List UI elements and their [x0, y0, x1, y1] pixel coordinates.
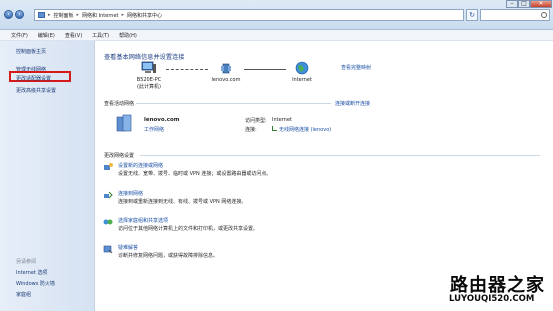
access-type-label: 访问类型: [245, 118, 267, 124]
menu-tools[interactable]: 工具(T) [92, 32, 109, 39]
access-type-value: Internet [272, 117, 292, 123]
menu-view[interactable]: 查看(V) [65, 32, 82, 39]
sidebar-item-windows-firewall[interactable]: Windows 防火墙 [16, 280, 55, 287]
sidebar-item-change-adapter[interactable]: 更改适配器设置 [16, 75, 51, 82]
network-name: lenovo.com [144, 117, 180, 123]
search-input[interactable] [480, 9, 550, 21]
pc-sub: (此计算机) [137, 84, 161, 90]
map-node-internet: Internet [284, 61, 320, 83]
divider [136, 103, 331, 104]
page-title: 查看基本网络信息并设置连接 [104, 54, 185, 61]
folder-icon [38, 12, 45, 18]
network-type-link[interactable]: 工作网络 [144, 126, 164, 133]
breadcrumb-network-sharing-center[interactable]: 网络和共享中心 [127, 12, 162, 19]
maximize-button[interactable]: □ [518, 0, 530, 8]
internet-label: Internet [292, 77, 312, 83]
forward-button[interactable]: › [15, 10, 24, 19]
title-bar: ‹ › ▸ 控制面板 ▸ 网络和 Internet ▸ 网络和共享中心 ↻ – … [0, 0, 553, 30]
active-networks-heading: 查看活动网络 [104, 101, 135, 107]
breadcrumb-network-internet[interactable]: 网络和 Internet [82, 12, 118, 19]
menu-edit[interactable]: 编辑(E) [38, 32, 55, 39]
breadcrumb-separator: ▸ [121, 12, 125, 18]
refresh-button[interactable]: ↻ [466, 9, 478, 21]
network-name-map: lenovo.com [211, 77, 241, 83]
breadcrumb-separator: ▸ [48, 12, 51, 18]
sidebar-item-advanced-sharing[interactable]: 更改高级共享设置 [16, 87, 56, 94]
task-title[interactable]: 连接到网络 [118, 190, 143, 197]
connect-network-icon [104, 191, 113, 199]
signal-bars-icon [272, 126, 277, 131]
address-bar[interactable]: ▸ 控制面板 ▸ 网络和 Internet ▸ 网络和共享中心 [34, 9, 464, 21]
computer-icon [141, 61, 156, 73]
homegroup-icon [103, 219, 113, 225]
task-desc: 诊断并修复网络问题，或获得故障排除信息。 [118, 253, 219, 259]
wireless-connection-link[interactable]: 无线网络连接 (lenovo) [279, 126, 331, 133]
task-desc: 设置无线、宽带、拨号、临时或 VPN 连接；或设置路由器或访问点。 [118, 171, 272, 177]
map-connector [166, 69, 208, 70]
menu-bar: 文件(F) 编辑(E) 查看(V) 工具(T) 帮助(H) [0, 30, 553, 41]
connection-label: 连接: [245, 127, 257, 133]
map-node-network: lenovo.com [204, 61, 248, 83]
troubleshoot-icon [103, 245, 113, 254]
breadcrumb-control-panel[interactable]: 控制面板 [54, 12, 74, 19]
task-title[interactable]: 设置新的连接或网络 [118, 162, 163, 169]
map-connector [244, 69, 286, 70]
see-also-heading: 另请参阅 [16, 259, 37, 265]
sidebar-item-internet-options[interactable]: Internet 选项 [16, 269, 47, 276]
search-icon [541, 12, 547, 18]
back-button[interactable]: ‹ [4, 10, 13, 19]
divider [140, 155, 540, 156]
work-network-icon [116, 114, 132, 132]
watermark-url: LUYOUQI520.COM [449, 294, 535, 304]
close-button[interactable]: ✕ [530, 0, 552, 8]
sidebar-item-homegroup[interactable]: 家庭组 [16, 291, 31, 298]
map-node-pc: B520E-PC (此计算机) [129, 61, 169, 90]
left-panel: 控制面板主页 管理无线网络 更改适配器设置 更改高级共享设置 另请参阅 Inte… [0, 41, 95, 311]
connect-disconnect-link[interactable]: 连接或断开连接 [335, 100, 370, 107]
control-panel-home-link[interactable]: 控制面板主页 [16, 48, 46, 55]
task-desc: 连接到或重新连接到无线、有线、拨号或 VPN 网络连接。 [118, 199, 247, 205]
minimize-button[interactable]: – [506, 0, 518, 8]
breadcrumb-separator: ▸ [76, 12, 80, 18]
setup-connection-icon [104, 163, 113, 170]
view-full-map-link[interactable]: 查看完整映射 [341, 64, 371, 71]
menu-file[interactable]: 文件(F) [11, 32, 28, 39]
task-desc: 访问位于其他网络计算机上的文件和打印机，或更改共享设置。 [118, 226, 259, 232]
change-settings-heading: 更改网络设置 [104, 153, 135, 159]
menu-help[interactable]: 帮助(H) [119, 32, 137, 39]
task-title[interactable]: 选择家庭组和共享选项 [118, 217, 168, 224]
task-title[interactable]: 疑难解答 [118, 244, 138, 251]
network-icon [221, 63, 231, 74]
globe-icon [295, 61, 309, 75]
